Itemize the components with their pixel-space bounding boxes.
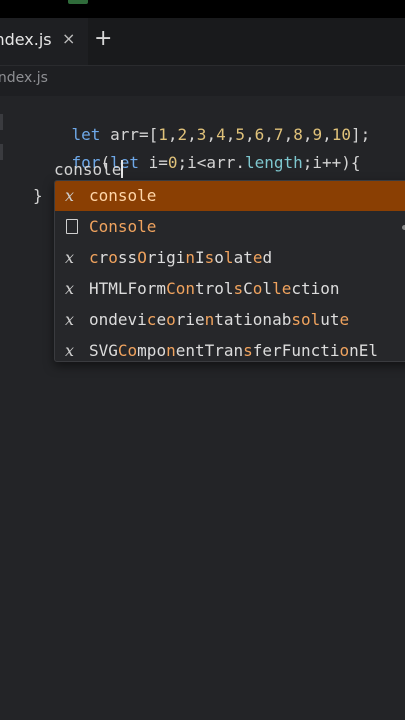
breadcrumb[interactable]: index.js <box>0 70 48 86</box>
variable-icon: x <box>65 310 75 329</box>
tab-index-js[interactable]: index.js × <box>0 18 88 65</box>
variable-icon: x <box>65 186 75 205</box>
variable-icon: x <box>65 248 75 267</box>
variable-icon: x <box>65 279 75 298</box>
new-tab-button[interactable]: + <box>94 26 112 51</box>
suggestion-item[interactable]: x HTMLFormControlsCollection <box>55 274 405 304</box>
code-line-4[interactable]: } <box>33 186 43 205</box>
autocomplete-popup[interactable]: x console Console x crossOriginIsolated … <box>54 180 405 362</box>
tab-label: index.js <box>0 30 52 49</box>
suggestion-label: ondeviceorientationabsolute <box>89 310 350 329</box>
variable-icon: x <box>65 341 75 360</box>
status-strip <box>0 0 405 18</box>
indicator <box>68 0 88 4</box>
suggestion-label: crossOriginIsolated <box>89 248 273 267</box>
suggestion-item[interactable]: x ondeviceorientationabsolute <box>55 305 405 335</box>
code-line-3[interactable]: console <box>54 160 124 179</box>
gutter-marker <box>0 114 3 130</box>
close-icon[interactable]: × <box>62 29 75 48</box>
suggestion-item[interactable]: x crossOriginIsolated <box>55 243 405 273</box>
suggestion-item[interactable]: x SVGComponentTransferFunctionEl <box>55 336 405 361</box>
tab-bar: index.js × + <box>0 18 405 66</box>
file-icon <box>66 219 78 234</box>
suggestion-label: SVGComponentTransferFunctionEl <box>89 341 379 360</box>
suggestion-label: Console <box>89 217 157 236</box>
suggestion-label: HTMLFormControlsCollection <box>89 279 340 298</box>
text-cursor <box>121 160 124 178</box>
suggestion-item[interactable]: Console <box>55 212 405 242</box>
suggestion-label: console <box>89 186 157 205</box>
gutter-marker <box>0 144 3 160</box>
suggestion-item[interactable]: x console <box>55 181 405 211</box>
